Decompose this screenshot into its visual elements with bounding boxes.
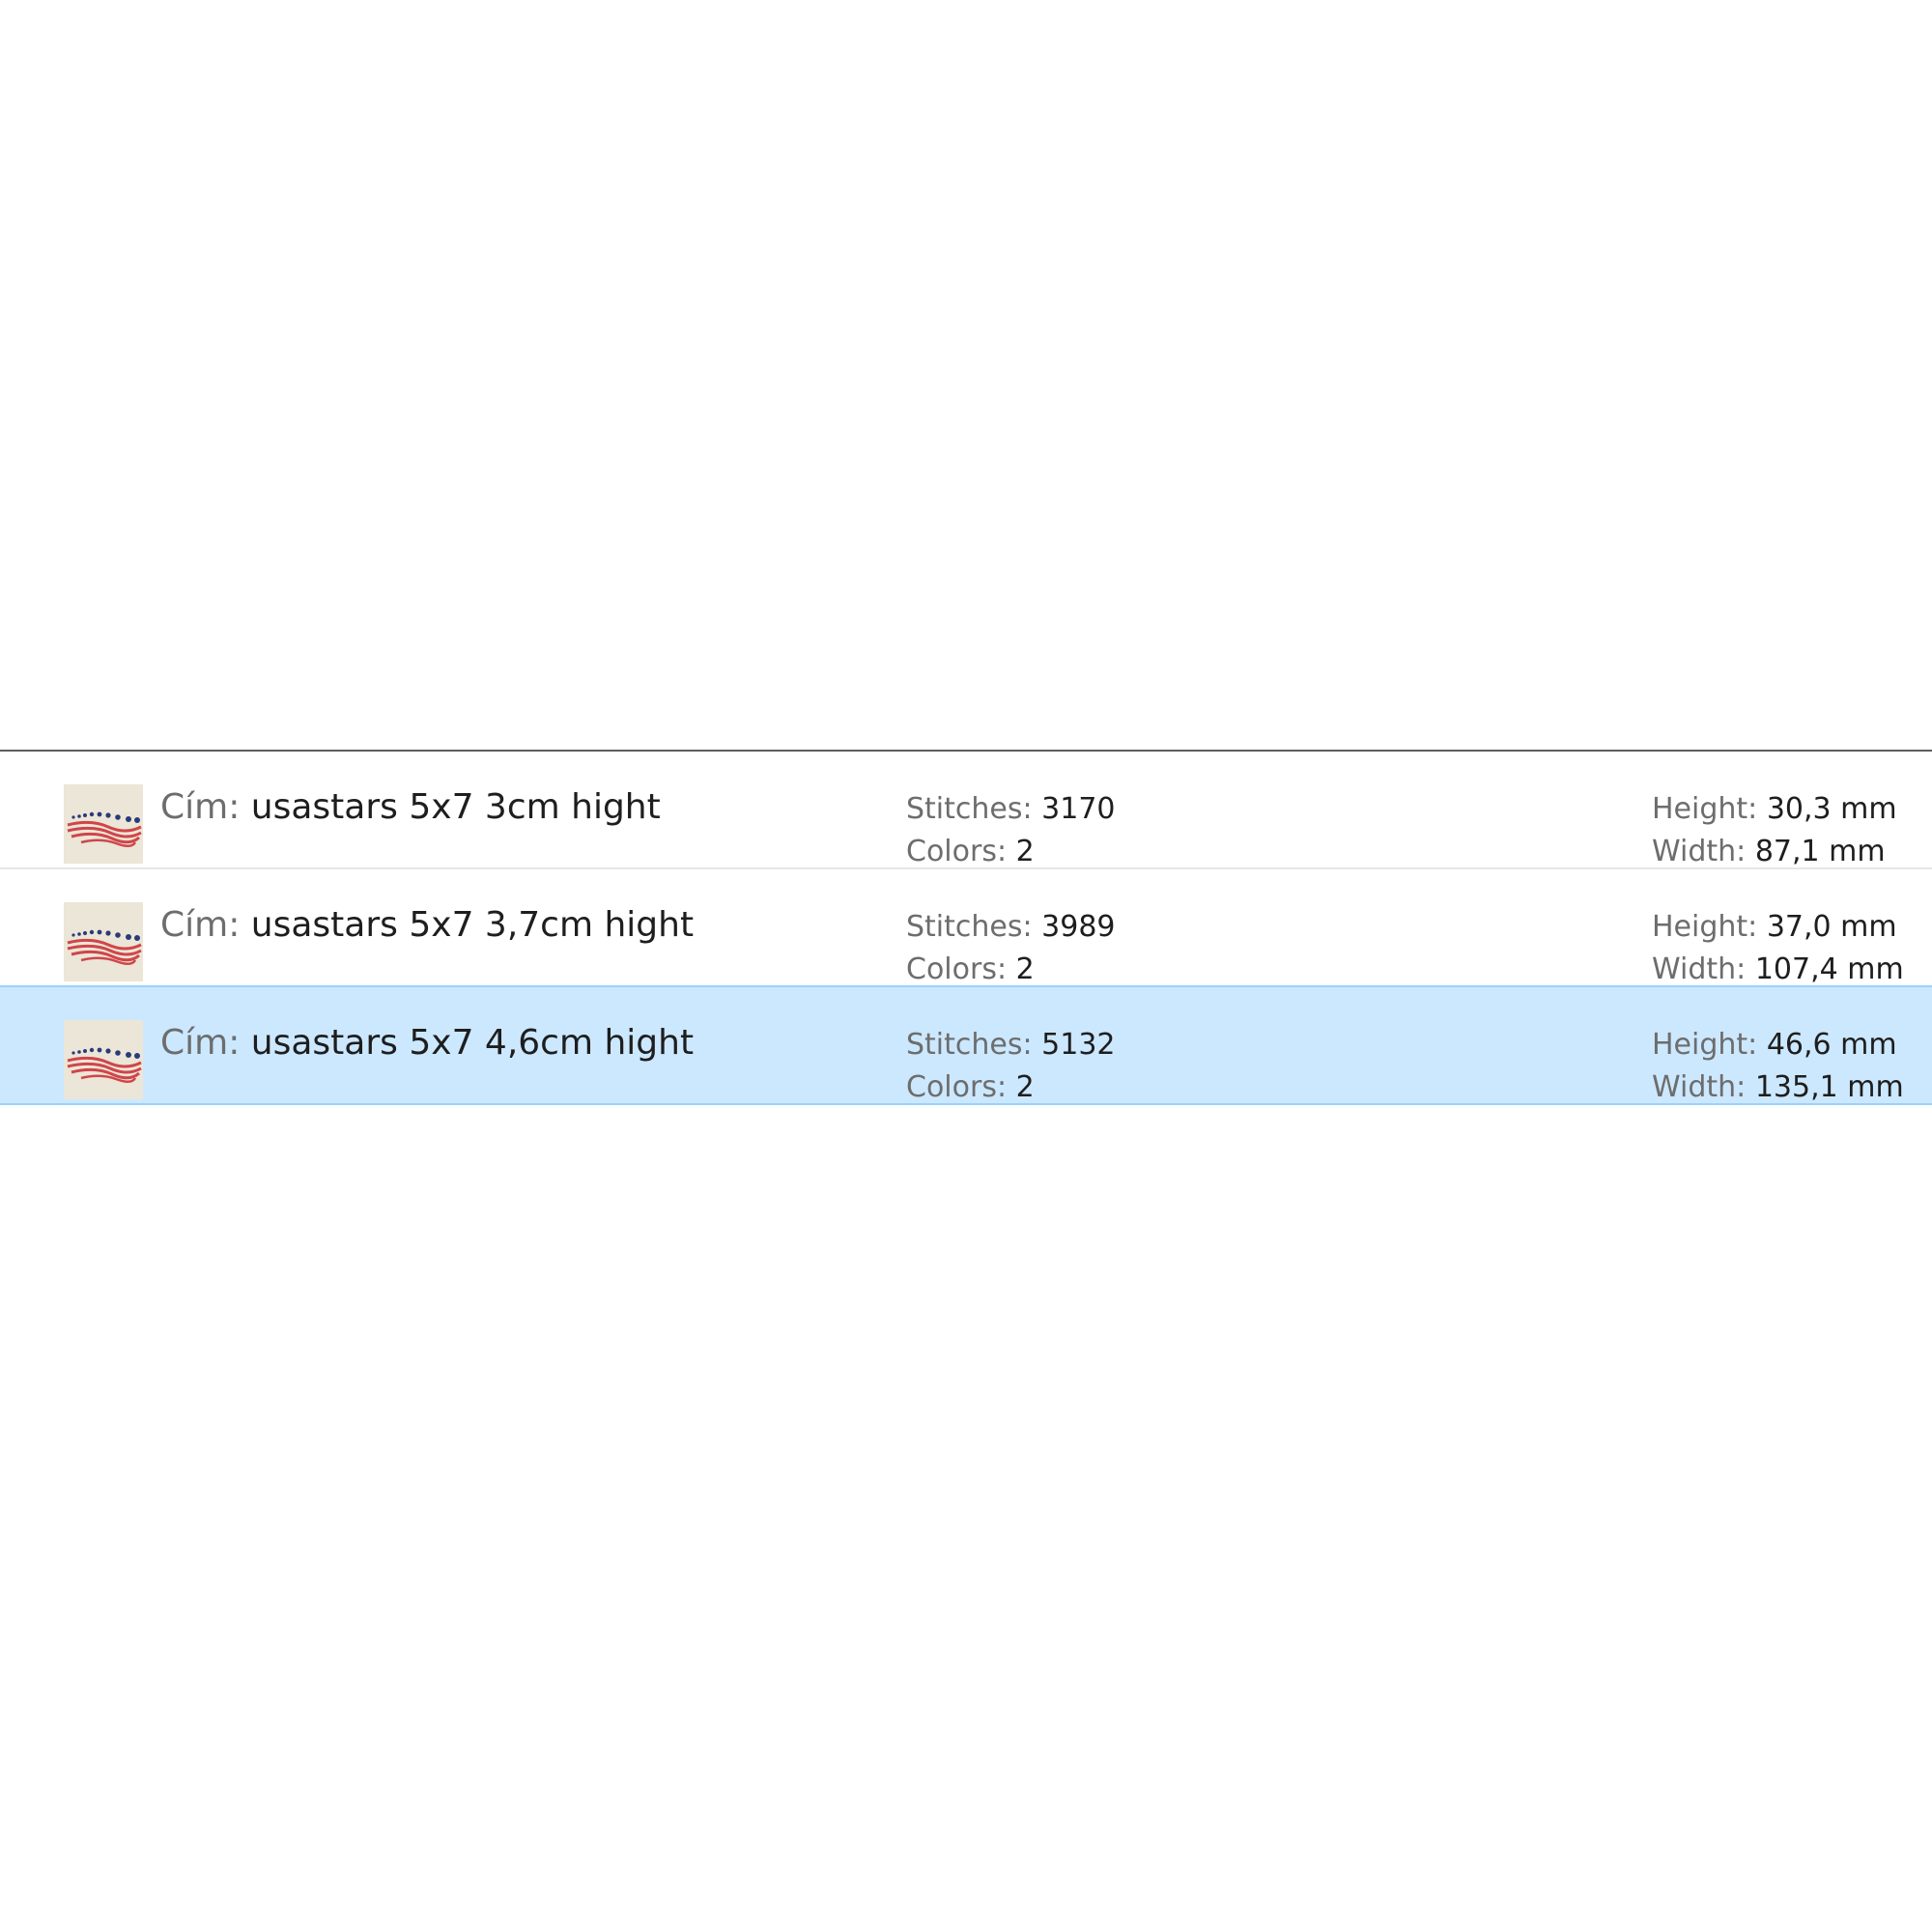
width-label: Width: <box>1652 835 1747 868</box>
stitches-detail: Stitches: 3170 <box>906 792 1116 827</box>
height-label: Height: <box>1652 1028 1758 1062</box>
colors-detail: Colors: 2 <box>906 952 1035 987</box>
title-label: Cím: <box>160 1023 241 1063</box>
usa-stars-flag-thumbnail-icon <box>64 784 143 864</box>
file-name: usastars 5x7 4,6cm hight <box>250 1023 695 1063</box>
colors-label: Colors: <box>906 835 1008 868</box>
colors-label: Colors: <box>906 1070 1008 1104</box>
width-value: 87,1 mm <box>1754 835 1886 868</box>
colors-value: 2 <box>1015 1070 1035 1104</box>
stitches-label: Stitches: <box>906 792 1033 826</box>
stitches-value: 5132 <box>1041 1028 1116 1062</box>
file-row[interactable]: Cím: usastars 5x7 3,7cm hight Stitches: … <box>0 869 1932 987</box>
height-detail: Height: 46,6 mm <box>1652 1028 1897 1063</box>
stitches-value: 3170 <box>1041 792 1116 826</box>
width-detail: Width: 107,4 mm <box>1652 952 1904 987</box>
file-title: Cím: usastars 5x7 3cm hight <box>160 786 661 829</box>
width-value: 107,4 mm <box>1754 952 1904 986</box>
stitches-detail: Stitches: 3989 <box>906 910 1116 945</box>
file-title: Cím: usastars 5x7 4,6cm hight <box>160 1022 694 1065</box>
height-detail: Height: 37,0 mm <box>1652 910 1897 945</box>
file-list: Cím: usastars 5x7 3cm hight Stitches: 31… <box>0 750 1932 1105</box>
usa-stars-flag-thumbnail-icon <box>64 1020 143 1099</box>
width-detail: Width: 135,1 mm <box>1652 1070 1904 1105</box>
height-detail: Height: 30,3 mm <box>1652 792 1897 827</box>
file-name: usastars 5x7 3cm hight <box>250 787 661 827</box>
colors-value: 2 <box>1015 835 1035 868</box>
height-value: 30,3 mm <box>1766 792 1897 826</box>
width-value: 135,1 mm <box>1754 1070 1904 1104</box>
colors-detail: Colors: 2 <box>906 835 1035 869</box>
file-name: usastars 5x7 3,7cm hight <box>250 905 695 945</box>
colors-label: Colors: <box>906 952 1008 986</box>
file-row-selected[interactable]: Cím: usastars 5x7 4,6cm hight Stitches: … <box>0 985 1932 1105</box>
stitches-label: Stitches: <box>906 910 1033 944</box>
colors-detail: Colors: 2 <box>906 1070 1035 1105</box>
explorer-content-view: Cím: usastars 5x7 3cm hight Stitches: 31… <box>0 0 1932 1932</box>
title-label: Cím: <box>160 787 241 827</box>
file-row[interactable]: Cím: usastars 5x7 3cm hight Stitches: 31… <box>0 752 1932 869</box>
colors-value: 2 <box>1015 952 1035 986</box>
height-value: 46,6 mm <box>1766 1028 1897 1062</box>
stitches-label: Stitches: <box>906 1028 1033 1062</box>
usa-stars-flag-thumbnail-icon <box>64 902 143 981</box>
title-label: Cím: <box>160 905 241 945</box>
width-detail: Width: 87,1 mm <box>1652 835 1886 869</box>
stitches-detail: Stitches: 5132 <box>906 1028 1116 1063</box>
stitches-value: 3989 <box>1041 910 1116 944</box>
width-label: Width: <box>1652 952 1747 986</box>
height-value: 37,0 mm <box>1766 910 1897 944</box>
height-label: Height: <box>1652 910 1758 944</box>
file-title: Cím: usastars 5x7 3,7cm hight <box>160 904 694 947</box>
height-label: Height: <box>1652 792 1758 826</box>
width-label: Width: <box>1652 1070 1747 1104</box>
